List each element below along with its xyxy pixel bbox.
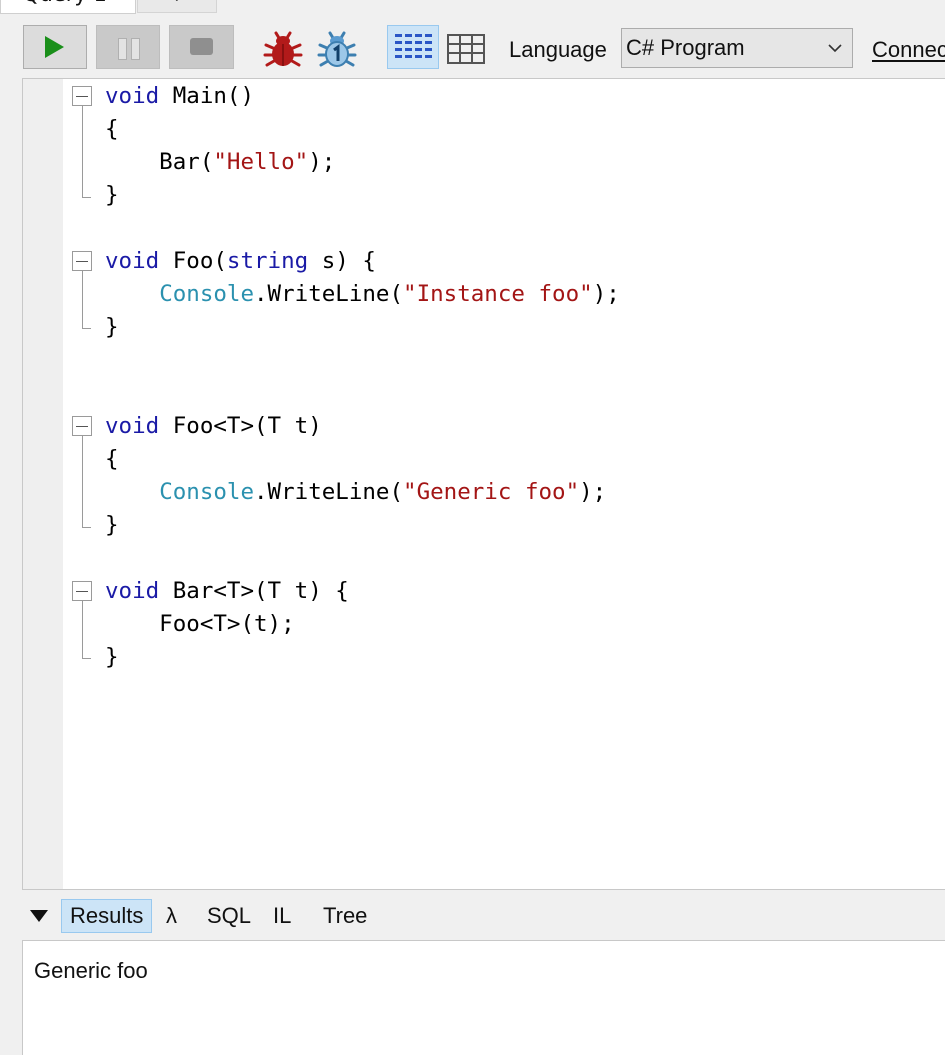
code-token: void: [105, 413, 160, 439]
fold-guide: [82, 436, 83, 527]
code-token: Foo(: [159, 248, 227, 274]
connection-label[interactable]: Connection: [872, 37, 945, 63]
fold-minus-icon[interactable]: [72, 416, 92, 436]
code-line: void Foo<T>(T t): [105, 413, 322, 439]
code-editor[interactable]: void Main() { Bar("Hello");} void Foo(stri…: [22, 78, 945, 890]
code-token: }: [105, 314, 119, 340]
stop-icon: [190, 38, 213, 55]
code-line: {: [105, 446, 119, 472]
code-token: Console: [159, 479, 255, 505]
code-token: Foo<T>(T t): [159, 413, 322, 439]
code-token: .WriteLine(: [254, 281, 404, 307]
fold-guide: [82, 271, 83, 328]
code-token: void: [105, 83, 160, 109]
toolbar: Language C# Program Connection: [0, 15, 945, 78]
tab-results[interactable]: Results: [61, 899, 153, 933]
chevron-down-icon: [828, 44, 842, 53]
rows-view-button[interactable]: [387, 25, 439, 69]
language-label: Language: [509, 37, 607, 62]
code-line: Console.WriteLine("Generic foo");: [105, 479, 606, 505]
tab-sql[interactable]: SQL: [207, 899, 251, 933]
bug-step-icon[interactable]: [316, 28, 358, 68]
language-select[interactable]: C# Program: [621, 28, 853, 68]
results-output: Generic foo: [22, 940, 945, 1055]
code-token: void: [105, 248, 160, 274]
code-line: Bar("Hello");: [105, 149, 335, 175]
bug-icon[interactable]: [262, 28, 304, 68]
code-line: }: [105, 512, 119, 538]
code-token: {: [105, 116, 119, 142]
code-line: }: [105, 644, 119, 670]
fold-end: [82, 658, 91, 659]
rows-view-icon: [395, 34, 432, 58]
code-line: {: [105, 116, 119, 142]
code-token: Main(): [159, 83, 255, 109]
code-token: s) {: [308, 248, 376, 274]
fold-minus-icon[interactable]: [72, 581, 92, 601]
code-token: Bar<T>(T t) {: [159, 578, 349, 604]
code-line: Foo<T>(t);: [105, 611, 295, 637]
tab-lambda[interactable]: λ: [166, 899, 177, 933]
code-token: "Hello": [213, 149, 309, 175]
fold-minus-icon[interactable]: [72, 251, 92, 271]
code-token: {: [105, 446, 119, 472]
code-token: );: [579, 479, 607, 505]
language-value: C# Program: [626, 35, 745, 60]
results-tab-bar: Results λ SQL IL Tree: [0, 891, 945, 940]
tab-tree[interactable]: Tree: [323, 899, 367, 933]
fold-end: [82, 527, 91, 528]
editor-gutter: [23, 79, 63, 889]
output-text: Generic foo: [34, 958, 148, 983]
code-token: .WriteLine(: [254, 479, 404, 505]
code-token: Foo<T>(t);: [105, 611, 295, 637]
code-token: void: [105, 578, 160, 604]
code-line: void Main(): [105, 83, 254, 109]
code-line: Console.WriteLine("Instance foo");: [105, 281, 620, 307]
code-token: }: [105, 644, 119, 670]
code-token: Bar(: [105, 149, 214, 175]
code-token: );: [592, 281, 620, 307]
tab-query-1[interactable]: Query 1: [0, 0, 136, 14]
code-line: void Foo(string s) {: [105, 248, 376, 274]
fold-minus-icon[interactable]: [72, 86, 92, 106]
code-line: }: [105, 314, 119, 340]
collapse-triangle-icon[interactable]: [30, 910, 48, 922]
grid-view-icon[interactable]: [446, 33, 486, 65]
code-line: void Bar<T>(T t) {: [105, 578, 349, 604]
code-token: );: [308, 149, 336, 175]
code-token: string: [226, 248, 309, 274]
code-token: }: [105, 182, 119, 208]
pause-button[interactable]: [96, 25, 160, 69]
stop-button[interactable]: [169, 25, 234, 69]
run-button[interactable]: [23, 25, 87, 69]
query-tab-strip: Query 1 +: [0, 0, 945, 16]
fold-guide: [82, 601, 83, 658]
tab-add[interactable]: +: [137, 0, 217, 13]
code-token: Console: [159, 281, 255, 307]
code-line: }: [105, 182, 119, 208]
run-icon: [45, 36, 64, 58]
code-token: "Generic foo": [403, 479, 580, 505]
tab-il[interactable]: IL: [273, 899, 291, 933]
fold-guide: [82, 106, 83, 197]
code-token: }: [105, 512, 119, 538]
fold-end: [82, 197, 91, 198]
fold-end: [82, 328, 91, 329]
code-token: "Instance foo": [403, 281, 593, 307]
